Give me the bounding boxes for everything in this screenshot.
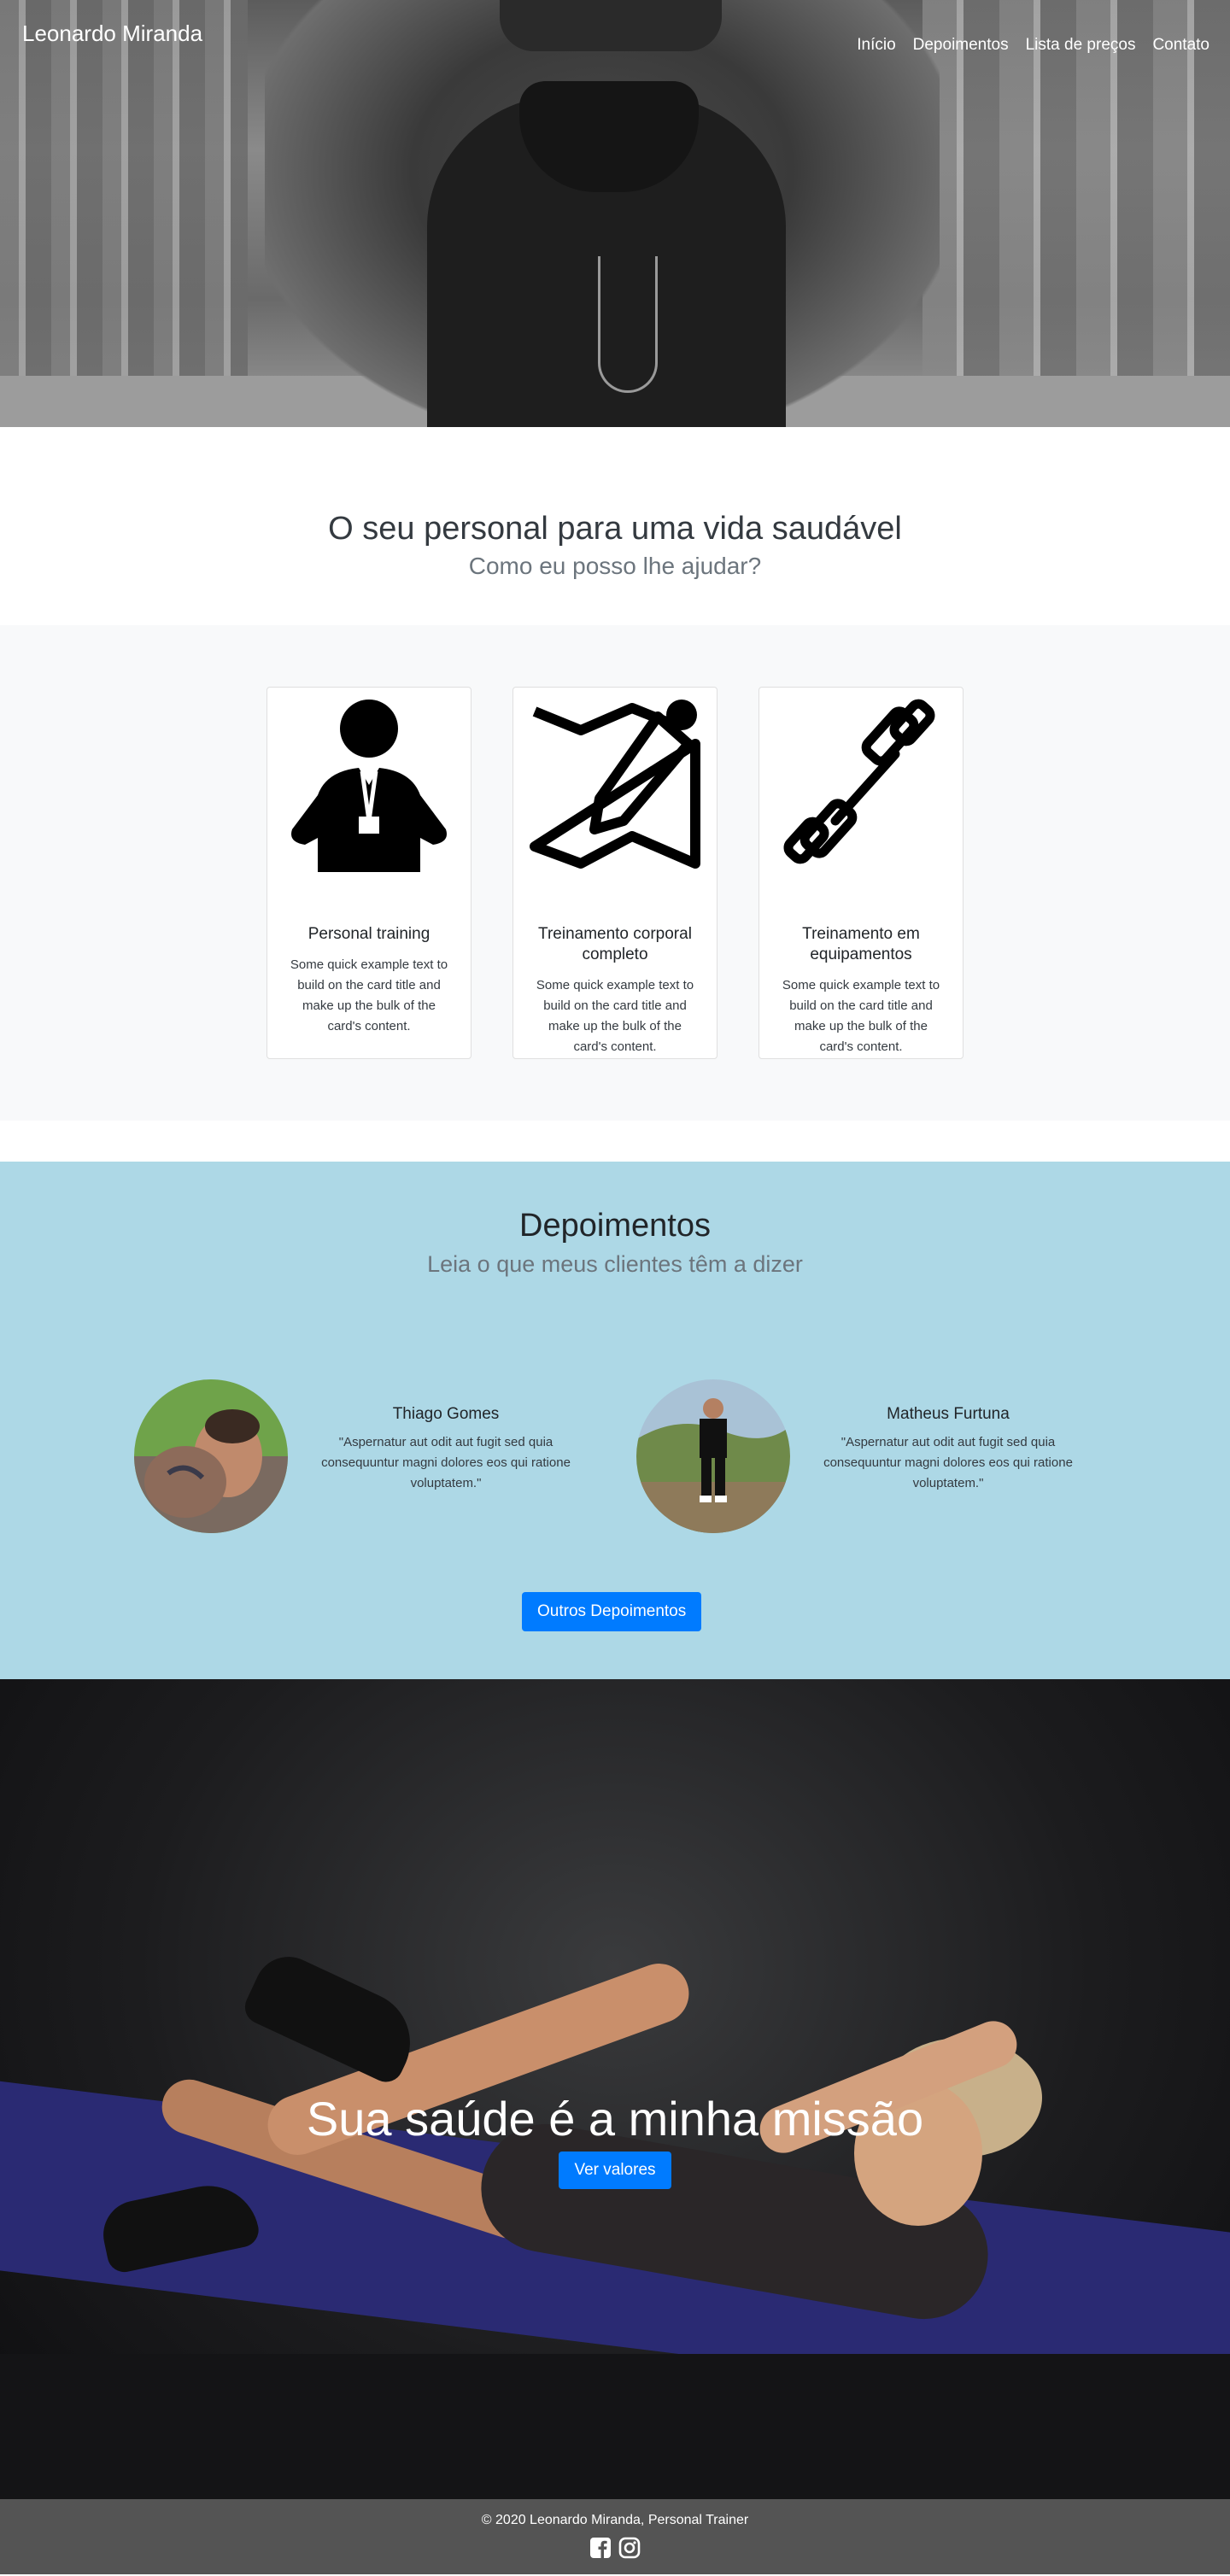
service-card: Treinamento em equipamentos Some quick e… <box>758 687 964 1059</box>
copyright-text: © 2020 Leonardo Miranda, Personal Traine… <box>481 2513 749 2527</box>
instagram-icon[interactable] <box>618 2537 641 2559</box>
testimonials-section: Depoimentos Leia o que meus clientes têm… <box>0 1162 1230 1679</box>
intro-subtitle: Como eu posso lhe ajudar? <box>468 553 762 579</box>
social-links <box>0 2537 1230 2559</box>
testimonials-title: Depoimentos <box>519 1208 711 1244</box>
mission-title: Sua saúde é a minha missão <box>306 2092 924 2146</box>
mission-section: Sua saúde é a minha missão Ver valores <box>0 1679 1230 2499</box>
footer: © 2020 Leonardo Miranda, Personal Traine… <box>0 2499 1230 2574</box>
testimonial-name: Thiago Gomes <box>392 1405 500 1423</box>
services-section: Personal training Some quick example tex… <box>0 625 1230 1121</box>
other-testimonials-button[interactable]: Outros Depoimentos <box>522 1592 702 1631</box>
testimonial-quote: "Aspernatur aut odit aut fugit sed quia … <box>823 1435 1073 1490</box>
service-title: Treinamento corporal completo <box>538 925 692 963</box>
nav-link-precos[interactable]: Lista de preços <box>1026 36 1136 55</box>
testimonial-item: Thiago Gomes "Aspernatur aut odit aut fu… <box>134 1379 612 1542</box>
personal-trainer-icon <box>291 700 447 872</box>
testimonials-subtitle: Leia o que meus clientes têm a dizer <box>427 1251 803 1277</box>
avatar <box>636 1379 790 1533</box>
service-card: Treinamento corporal completo Some quick… <box>512 687 718 1059</box>
service-title: Treinamento em equipamentos <box>802 925 920 963</box>
nav-link-inicio[interactable]: Início <box>857 36 895 55</box>
nav-link-contato[interactable]: Contato <box>1152 36 1210 55</box>
view-prices-button[interactable]: Ver valores <box>559 2152 671 2189</box>
hero-section: Leonardo Miranda Início Depoimentos List… <box>0 0 1230 427</box>
service-text: Some quick example text to build on the … <box>290 957 448 1033</box>
map-pencil-icon <box>530 700 700 869</box>
testimonial-quote: "Aspernatur aut odit aut fugit sed quia … <box>321 1435 571 1490</box>
service-title: Personal training <box>308 925 430 943</box>
avatar <box>134 1379 288 1533</box>
nav-links: Início Depoimentos Lista de preços Conta… <box>857 36 1210 55</box>
testimonial-name: Matheus Furtuna <box>887 1405 1010 1423</box>
navbar: Leonardo Miranda Início Depoimentos List… <box>0 0 1230 68</box>
service-card: Personal training Some quick example tex… <box>266 687 472 1059</box>
service-text: Some quick example text to build on the … <box>782 977 940 1054</box>
brand-link[interactable]: Leonardo Miranda <box>22 20 202 47</box>
facebook-icon[interactable] <box>589 2537 612 2559</box>
intro-section: O seu personal para uma vida saudável Co… <box>0 427 1230 625</box>
testimonial-item: Matheus Furtuna "Aspernatur aut odit aut… <box>636 1379 1115 1542</box>
service-text: Some quick example text to build on the … <box>536 977 694 1054</box>
nav-link-depoimentos[interactable]: Depoimentos <box>913 36 1009 55</box>
dumbbell-icon <box>783 699 935 864</box>
intro-title: O seu personal para uma vida saudável <box>328 511 902 547</box>
